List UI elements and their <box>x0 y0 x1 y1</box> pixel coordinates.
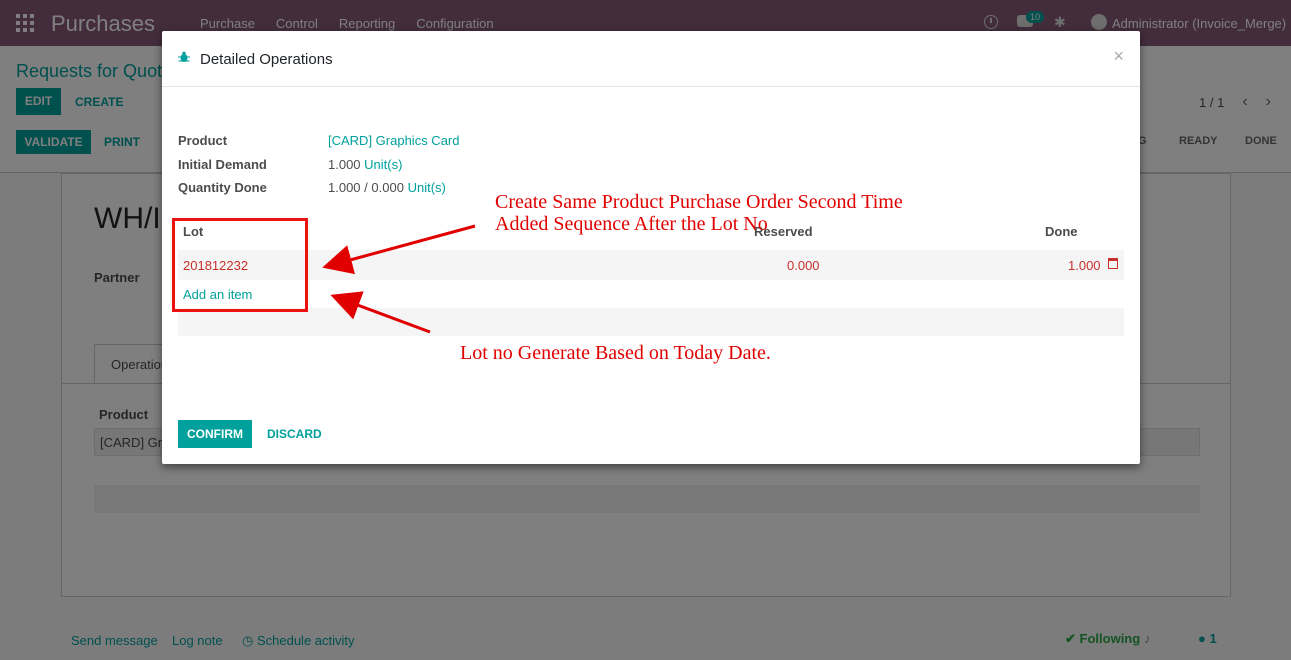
quantity-done-uom[interactable]: Unit(s) <box>408 180 446 195</box>
product-value[interactable]: [CARD] Graphics Card <box>328 133 459 148</box>
initial-demand-qty: 1.000 <box>328 157 361 172</box>
table-row[interactable]: 201812232 0.000 1.000 <box>178 250 1124 280</box>
table-row-empty <box>178 308 1124 336</box>
quantity-done-total: 0.000 <box>371 180 404 195</box>
bug-icon <box>178 51 190 63</box>
quantity-done-qty: 1.000 <box>328 180 361 195</box>
annotation-highlight-box <box>172 218 308 312</box>
confirm-button[interactable]: CONFIRM <box>178 420 252 448</box>
initial-demand-value: 1.000 Unit(s) <box>328 157 402 172</box>
annotation-text-bottom: Lot no Generate Based on Today Date. <box>460 342 771 364</box>
quantity-done-label: Quantity Done <box>178 180 267 195</box>
modal-header: Detailed Operations × <box>162 31 1140 87</box>
close-icon[interactable]: × <box>1113 46 1124 67</box>
annotation-text-line1: Create Same Product Purchase Order Secon… <box>495 191 903 213</box>
done-column-header[interactable]: Done <box>1045 224 1078 239</box>
done-qty: 1.000 <box>1068 258 1101 273</box>
quantity-done-separator: / <box>364 180 368 195</box>
detailed-operations-dialog: Detailed Operations × Product [CARD] Gra… <box>162 31 1140 464</box>
quantity-done-value: 1.000 / 0.000 Unit(s) <box>328 180 446 195</box>
reserved-qty: 0.000 <box>787 258 820 273</box>
initial-demand-uom[interactable]: Unit(s) <box>364 157 402 172</box>
modal-title: Detailed Operations <box>200 51 333 68</box>
annotation-text-line2: Added Sequence After the Lot No <box>495 213 768 235</box>
discard-button[interactable]: DISCARD <box>267 427 322 441</box>
trash-icon[interactable] <box>1108 258 1118 269</box>
product-label: Product <box>178 133 228 148</box>
initial-demand-label: Initial Demand <box>178 157 267 172</box>
